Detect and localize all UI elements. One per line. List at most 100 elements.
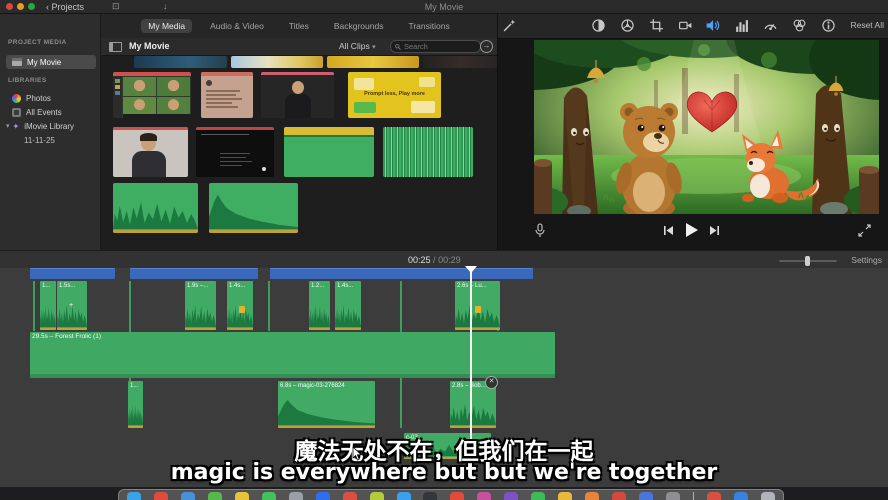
dock-app-icon[interactable] [707,492,721,500]
tab-titles[interactable]: Titles [282,19,316,33]
play-icon[interactable] [685,222,699,238]
media-thumbnail[interactable] [231,56,323,68]
dock-app-icon[interactable] [504,492,518,500]
sidebar-toggle-icon[interactable] [109,42,122,52]
dock-app-icon[interactable] [397,492,411,500]
timeline-clip[interactable]: 6.8s – magic-03-276824 [278,381,375,428]
media-thumbnail-yellow-page[interactable]: Prompt less, Play more [348,72,441,118]
tab-audio-video[interactable]: Audio & Video [203,19,271,33]
settings-button[interactable]: Settings [851,255,882,265]
dock-app-icon[interactable] [531,492,545,500]
media-thumbnail-collage[interactable] [113,72,191,118]
stabilization-icon[interactable] [678,18,693,33]
macos-dock[interactable] [118,489,784,500]
clip-label: 1... [128,381,143,391]
timeline-clip[interactable]: 1... [128,381,143,428]
dock-app-icon[interactable] [127,492,141,500]
dock-app-icon[interactable] [343,492,357,500]
noise-reduction-icon[interactable] [734,18,749,33]
timeline-segment-bar[interactable] [130,268,258,279]
media-thumbnail-terminal[interactable] [196,127,274,177]
sidebar-item-all-events[interactable]: All Events [6,105,96,119]
timeline-clip[interactable]: 1.2... [309,281,330,330]
fullscreen-icon[interactable] [858,224,871,237]
video-preview[interactable] [534,40,879,214]
sidebar-item-imovie-library[interactable]: ▾ ✦ iMovie Library [6,119,96,133]
dock-app-icon[interactable] [289,492,303,500]
record-voiceover-icon[interactable] [534,223,546,239]
playhead[interactable] [470,266,472,457]
sidebar-item-my-movie[interactable]: My Movie [6,55,96,69]
tab-my-media[interactable]: My Media [141,19,192,33]
media-thumbnail-audio[interactable] [284,127,374,177]
color-wheel-icon[interactable] [620,18,635,33]
audio-waveform [185,297,216,327]
media-thumbnail-audio[interactable] [383,127,473,177]
reset-all-button[interactable]: Reset All [850,20,884,30]
dock-app-icon[interactable] [450,492,464,500]
speed-icon[interactable] [763,18,778,33]
dock-app-icon[interactable] [181,492,195,500]
media-thumbnail-webcam[interactable] [113,127,188,177]
playhead-handle[interactable] [465,266,477,273]
sidebar-item-photos[interactable]: Photos [6,91,96,105]
clips-filter-dropdown[interactable]: All Clips ▾ [339,41,376,51]
media-thumbnail[interactable] [423,56,497,68]
tab-transitions[interactable]: Transitions [401,19,456,33]
sidebar-item-library-date[interactable]: 11-11-25 [6,133,96,147]
skip-back-icon[interactable] [663,225,674,236]
dock-app-icon[interactable] [761,492,775,500]
timeline-clip[interactable]: 1.9s –... [185,281,216,330]
timeline-clip[interactable]: 2.6s – Lu... [455,281,500,330]
clip-body: 1.4s... [335,281,361,330]
search-input[interactable] [404,42,464,51]
info-icon[interactable] [821,18,836,33]
media-thumbnail-audio[interactable] [209,183,298,233]
timeline-clip[interactable]: 29.5s – Forest Frolic (1) [30,332,555,378]
dock-app-icon[interactable] [208,492,222,500]
audio-waveform [450,396,496,425]
dock-app-icon[interactable] [585,492,599,500]
filters-icon[interactable] [792,18,807,33]
dock-app-icon[interactable] [477,492,491,500]
skip-forward-icon[interactable] [709,225,720,236]
media-thumbnail-webcam[interactable] [261,72,334,118]
crop-icon[interactable] [649,18,664,33]
clip-body: 1.5s...+ [57,281,87,330]
dock-app-icon[interactable] [370,492,384,500]
dock-app-icon[interactable] [558,492,572,500]
dock-app-icon[interactable] [262,492,276,500]
color-balance-icon[interactable] [591,18,606,33]
dock-app-icon[interactable] [639,492,653,500]
timeline-clip[interactable]: 1.4s... [227,281,253,330]
media-thumbnail-document[interactable] [201,72,253,118]
zoom-slider-knob[interactable] [805,256,810,266]
timeline-segment-bar[interactable] [270,268,533,279]
dock-app-icon[interactable] [734,492,748,500]
audio-waveform [278,396,375,425]
timeline-clip[interactable]: 1... [40,281,56,330]
chevron-down-icon[interactable]: ▾ [6,122,10,130]
dock-app-icon[interactable] [154,492,168,500]
search-box[interactable] [390,40,481,53]
clip-label: 1.4s... [335,281,361,291]
inspector-toolbar: Reset All [498,13,888,39]
timeline-clip[interactable]: 1.5s...+ [57,281,87,330]
clip-close-button[interactable]: ✕ [485,376,498,389]
forward-arrow-icon[interactable]: → [480,40,493,53]
timeline-clip[interactable]: 1.4s... [335,281,361,330]
dock-app-icon[interactable] [612,492,626,500]
dock-app-icon[interactable] [423,492,437,500]
dock-app-icon[interactable] [235,492,249,500]
volume-icon[interactable] [705,18,720,33]
timeline-zoom-slider[interactable] [779,260,837,262]
media-thumbnail[interactable] [134,56,227,68]
tab-backgrounds[interactable]: Backgrounds [327,19,391,33]
timeline-clip[interactable]: 2.8s – Bob...✕ [450,381,496,428]
dock-app-icon[interactable] [316,492,330,500]
media-thumbnail-audio[interactable] [113,183,198,233]
dock-app-icon[interactable] [666,492,680,500]
media-thumbnail[interactable] [327,56,419,68]
magic-wand-icon[interactable] [502,18,517,33]
timeline-segment-bar[interactable] [30,268,115,279]
